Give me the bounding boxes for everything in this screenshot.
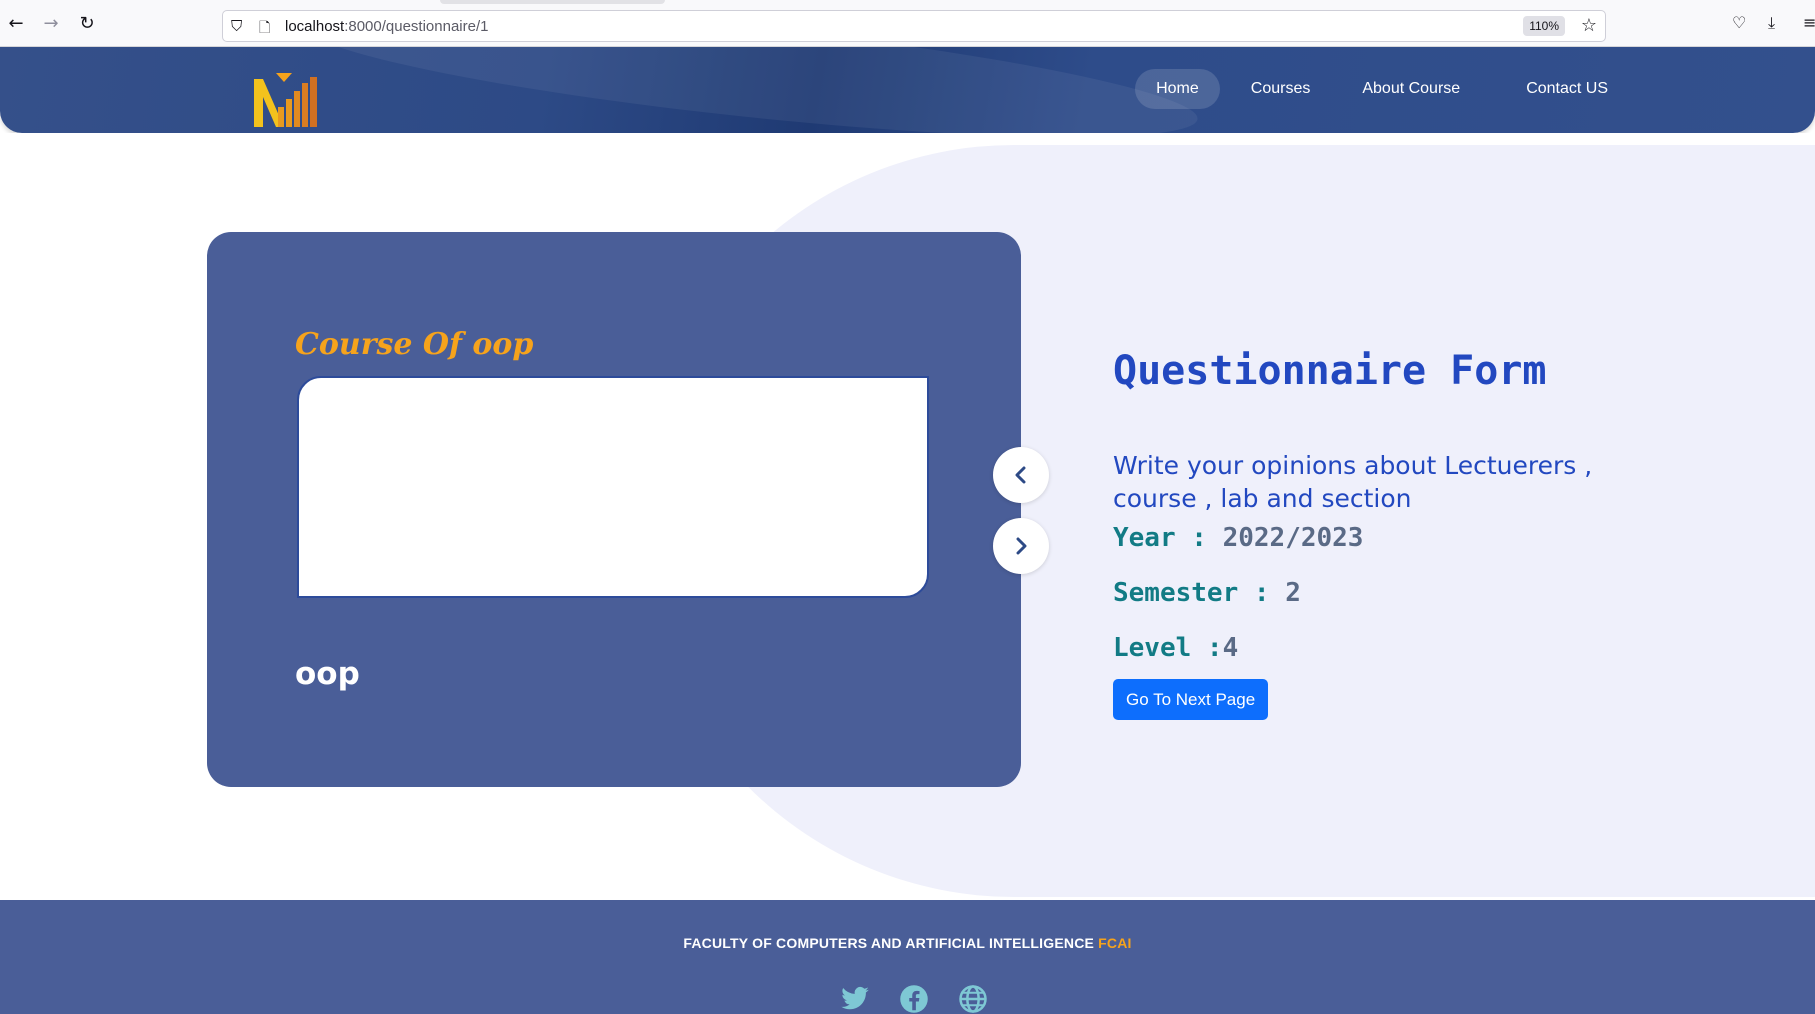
facebook-icon[interactable] <box>899 984 929 1014</box>
year-label: Year : <box>1113 523 1223 553</box>
shield-icon[interactable]: ⛉ <box>231 17 242 35</box>
footer-faculty: FACULTY OF COMPUTERS AND ARTIFICIAL INTE… <box>683 935 1099 951</box>
main-content: Course Of oop oop Questionnaire Form Wri… <box>0 133 1815 900</box>
chevron-right-icon <box>1016 537 1027 555</box>
site-navbar: Home Courses About Course Contact US <box>0 47 1815 133</box>
zoom-level[interactable]: 110% <box>1523 16 1565 36</box>
level-value: 4 <box>1222 633 1239 663</box>
bookmark-star-icon[interactable]: ☆ <box>1581 15 1597 36</box>
nav-home[interactable]: Home <box>1135 69 1220 109</box>
nav-courses[interactable]: Courses <box>1230 69 1332 109</box>
nav-about-course[interactable]: About Course <box>1341 69 1481 109</box>
url-bar[interactable]: ⛉ 🗋 localhost:8000/questionnaire/1 110% … <box>222 10 1606 42</box>
year-value: 2022/2023 <box>1222 523 1364 553</box>
forward-icon[interactable]: → <box>39 12 63 36</box>
url-path: :8000/questionnaire/1 <box>344 18 489 35</box>
nav-links: Home Courses About Course Contact US <box>1125 69 1629 109</box>
page-icon: 🗋 <box>259 20 271 36</box>
url-text[interactable]: localhost:8000/questionnaire/1 <box>285 18 488 35</box>
browser-tab[interactable] <box>440 0 665 4</box>
form-title: Questionnaire Form <box>1113 348 1547 394</box>
course-image-box <box>297 376 929 598</box>
next-arrow-button[interactable] <box>993 518 1049 574</box>
go-to-next-page-button[interactable]: Go To Next Page <box>1113 679 1269 720</box>
level-info: Level :4 <box>1113 633 1238 663</box>
back-icon[interactable]: ← <box>4 12 28 36</box>
form-description: Write your opinions about Lectuerers , c… <box>1113 451 1593 513</box>
footer-fcai: FCAI <box>1098 935 1132 951</box>
semester-info: Semester : 2 <box>1113 578 1301 608</box>
course-name: oop <box>295 656 360 692</box>
site-logo[interactable] <box>252 73 320 127</box>
level-label: Level : <box>1113 633 1223 663</box>
course-card: Course Of oop oop <box>207 232 1021 787</box>
url-host: localhost <box>285 18 345 35</box>
twitter-icon[interactable] <box>840 984 870 1014</box>
browser-toolbar: ← → ↻ ⛉ 🗋 localhost:8000/questionnaire/1… <box>0 0 1815 47</box>
reload-icon[interactable]: ↻ <box>75 12 99 36</box>
pocket-icon[interactable]: ♡ <box>1732 13 1746 32</box>
year-info: Year : 2022/2023 <box>1113 523 1363 553</box>
chevron-left-icon <box>1015 466 1026 484</box>
nav-contact-us[interactable]: Contact US <box>1505 69 1629 109</box>
course-card-title: Course Of oop <box>295 327 534 362</box>
menu-icon[interactable]: ≡ <box>1803 13 1815 32</box>
previous-button[interactable] <box>993 447 1049 503</box>
site-footer: FACULTY OF COMPUTERS AND ARTIFICIAL INTE… <box>0 900 1815 1014</box>
footer-text: FACULTY OF COMPUTERS AND ARTIFICIAL INTE… <box>0 935 1815 951</box>
semester-label: Semester : <box>1113 578 1286 608</box>
semester-value: 2 <box>1285 578 1301 608</box>
globe-icon[interactable] <box>958 984 988 1014</box>
download-icon[interactable]: ⤓ <box>1768 13 1775 33</box>
